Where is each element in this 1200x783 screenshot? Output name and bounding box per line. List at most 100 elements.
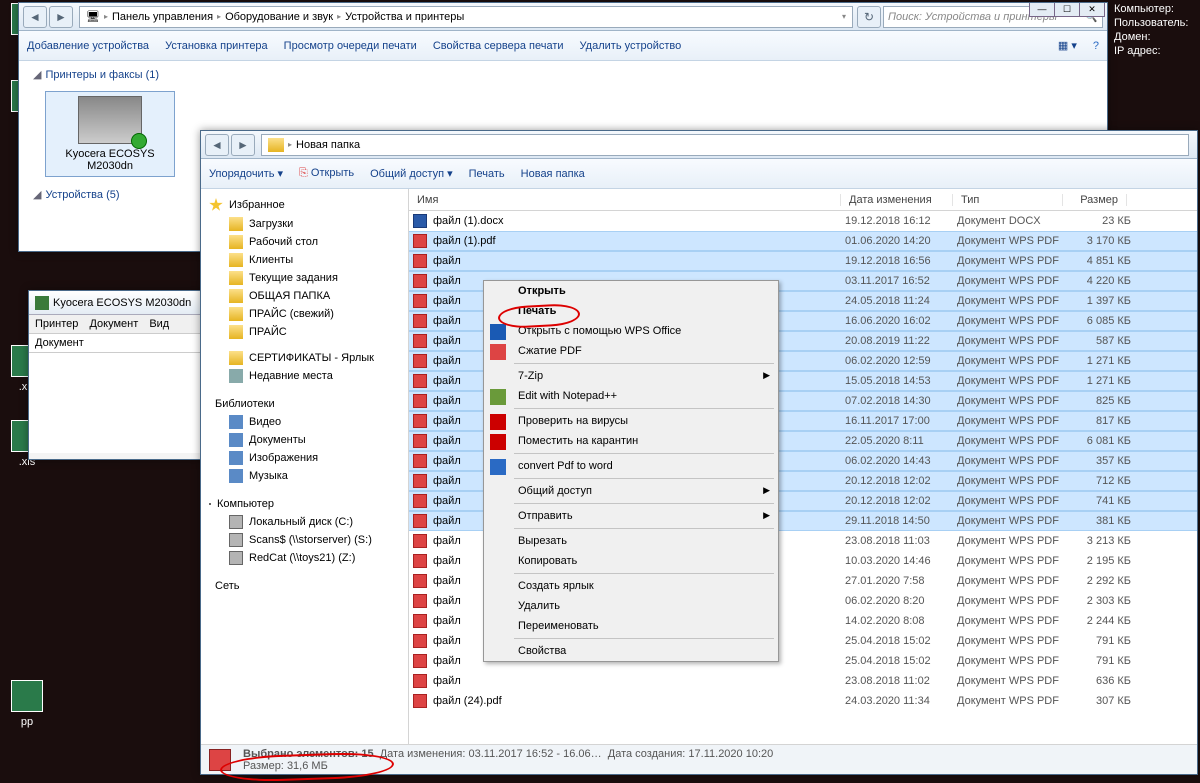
context-menu-item[interactable]: Поместить на карантин: [484, 431, 778, 451]
nav-item[interactable]: Видео: [201, 413, 408, 431]
nav-link[interactable]: СЕРТИФИКАТЫ - Ярлык: [201, 349, 408, 367]
submenu-arrow-icon: ▶: [763, 510, 770, 521]
nav-item[interactable]: ОБЩАЯ ПАПКА: [201, 287, 408, 305]
file-row[interactable]: файл (24).pdf24.03.2020 11:34Документ WP…: [409, 691, 1197, 711]
nav-item[interactable]: Изображения: [201, 449, 408, 467]
menu-document[interactable]: Документ: [89, 318, 138, 330]
file-icon: [413, 294, 427, 308]
file-icon: [413, 314, 427, 328]
menu-printer[interactable]: Принтер: [35, 318, 78, 330]
back-button[interactable]: ◄: [205, 134, 229, 156]
file-icon: [413, 534, 427, 548]
new-folder-button[interactable]: Новая папка: [521, 168, 585, 180]
file-icon: [413, 454, 427, 468]
folder-icon: [229, 415, 243, 429]
context-menu-item[interactable]: 7-Zip▶: [484, 366, 778, 386]
share-button[interactable]: Общий доступ ▾: [370, 167, 452, 180]
context-menu-item[interactable]: Вырезать: [484, 531, 778, 551]
context-menu-item[interactable]: Edit with Notepad++: [484, 386, 778, 406]
file-icon: [413, 334, 427, 348]
column-header[interactable]: Документ: [29, 334, 202, 353]
file-icon: [413, 594, 427, 608]
computer-icon: [209, 503, 211, 505]
open-button[interactable]: ⎘ Открыть: [299, 167, 354, 180]
nav-item[interactable]: Документы: [201, 431, 408, 449]
breadcrumb[interactable]: 🖥▸ Панель управления▸ Оборудование и зву…: [79, 6, 853, 28]
context-menu-item[interactable]: Переименовать: [484, 616, 778, 636]
breadcrumb[interactable]: ▸ Новая папка: [261, 134, 1189, 156]
nav-item[interactable]: Текущие задания: [201, 269, 408, 287]
folder-icon: [229, 433, 243, 447]
file-row[interactable]: файл (1).docx19.12.2018 16:12Документ DO…: [409, 211, 1197, 231]
context-menu-item[interactable]: Печать: [484, 301, 778, 321]
menu-view[interactable]: Вид: [149, 318, 169, 330]
minimize-button[interactable]: —: [1029, 3, 1055, 17]
nav-item[interactable]: Локальный диск (C:): [201, 513, 408, 531]
server-props-button[interactable]: Свойства сервера печати: [433, 40, 564, 52]
context-menu-item[interactable]: Открыть: [484, 281, 778, 301]
forward-button[interactable]: ►: [231, 134, 255, 156]
printer-item[interactable]: Kyocera ECOSYS M2030dn: [45, 91, 175, 177]
help-icon[interactable]: ?: [1093, 40, 1099, 52]
context-menu-item[interactable]: Свойства: [484, 641, 778, 661]
column-headers: Имя Дата изменения Тип Размер: [409, 189, 1197, 211]
context-menu-item[interactable]: Создать ярлык: [484, 576, 778, 596]
nav-item[interactable]: ПРАЙС: [201, 323, 408, 341]
favorites-group[interactable]: Избранное: [201, 195, 408, 215]
context-menu-item[interactable]: Проверить на вирусы: [484, 411, 778, 431]
col-size[interactable]: Размер: [1063, 194, 1127, 206]
desktop-icon[interactable]: pp: [2, 680, 52, 740]
folder-icon: [229, 515, 243, 529]
context-menu: ОткрытьПечатьОткрыть с помощью WPS Offic…: [483, 280, 779, 662]
nav-item[interactable]: Клиенты: [201, 251, 408, 269]
col-name[interactable]: Имя: [409, 194, 841, 206]
context-menu-item[interactable]: Копировать: [484, 551, 778, 571]
queue-list: [29, 353, 202, 453]
star-icon: [209, 198, 223, 212]
file-icon: [413, 474, 427, 488]
app-icon: [490, 414, 506, 430]
file-row[interactable]: файл23.08.2018 11:02Документ WPS PDF636 …: [409, 671, 1197, 691]
remove-device-button[interactable]: Удалить устройство: [580, 40, 682, 52]
nav-item[interactable]: RedCat (\\toys21) (Z:): [201, 549, 408, 567]
refresh-button[interactable]: ↻: [857, 6, 881, 28]
printer-icon: [35, 296, 49, 310]
printer-label: Kyocera ECOSYS M2030dn: [50, 148, 170, 172]
context-menu-item[interactable]: Отправить▶: [484, 506, 778, 526]
nav-link[interactable]: Недавние места: [201, 367, 408, 385]
context-menu-item[interactable]: convert Pdf to word: [484, 456, 778, 476]
nav-item[interactable]: Рабочий стол: [201, 233, 408, 251]
nav-item[interactable]: Scans$ (\\storserver) (S:): [201, 531, 408, 549]
nav-item[interactable]: Музыка: [201, 467, 408, 485]
add-printer-button[interactable]: Установка принтера: [165, 40, 268, 52]
view-options-icon[interactable]: ▦ ▾: [1058, 39, 1077, 52]
context-menu-item[interactable]: Удалить: [484, 596, 778, 616]
pdf-icon: [209, 749, 231, 771]
view-queue-button[interactable]: Просмотр очереди печати: [284, 40, 417, 52]
back-button[interactable]: ◄: [23, 6, 47, 28]
nav-item[interactable]: ПРАЙС (свежий): [201, 305, 408, 323]
forward-button[interactable]: ►: [49, 6, 73, 28]
folder-icon: [229, 351, 243, 365]
context-menu-item[interactable]: Сжатие PDF: [484, 341, 778, 361]
col-date[interactable]: Дата изменения: [841, 194, 953, 206]
context-menu-item[interactable]: Общий доступ▶: [484, 481, 778, 501]
col-type[interactable]: Тип: [953, 194, 1063, 206]
close-button[interactable]: ✕: [1079, 3, 1105, 17]
file-row[interactable]: файл (1).pdf01.06.2020 14:20Документ WPS…: [409, 231, 1197, 251]
print-queue-window: Kyocera ECOSYS M2030dn Принтер Документ …: [28, 290, 203, 460]
context-menu-item[interactable]: Открыть с помощью WPS Office: [484, 321, 778, 341]
organize-button[interactable]: Упорядочить ▾: [209, 167, 283, 180]
computer-group[interactable]: Компьютер: [201, 495, 408, 513]
print-button[interactable]: Печать: [469, 168, 505, 180]
maximize-button[interactable]: ☐: [1054, 3, 1080, 17]
file-row[interactable]: файл19.12.2018 16:56Документ WPS PDF4 85…: [409, 251, 1197, 271]
network-group[interactable]: Сеть: [201, 577, 408, 595]
printers-section-header[interactable]: ◢Принтеры и факсы (1): [25, 61, 1101, 87]
system-info-overlay: Компьютер:Пользователь:Домен:IP адрес:: [1112, 0, 1200, 60]
nav-item[interactable]: Загрузки: [201, 215, 408, 233]
folder-icon: [229, 271, 243, 285]
libraries-group[interactable]: Библиотеки: [201, 395, 408, 413]
add-device-button[interactable]: Добавление устройства: [27, 40, 149, 52]
menu-bar: Принтер Документ Вид: [29, 315, 202, 334]
